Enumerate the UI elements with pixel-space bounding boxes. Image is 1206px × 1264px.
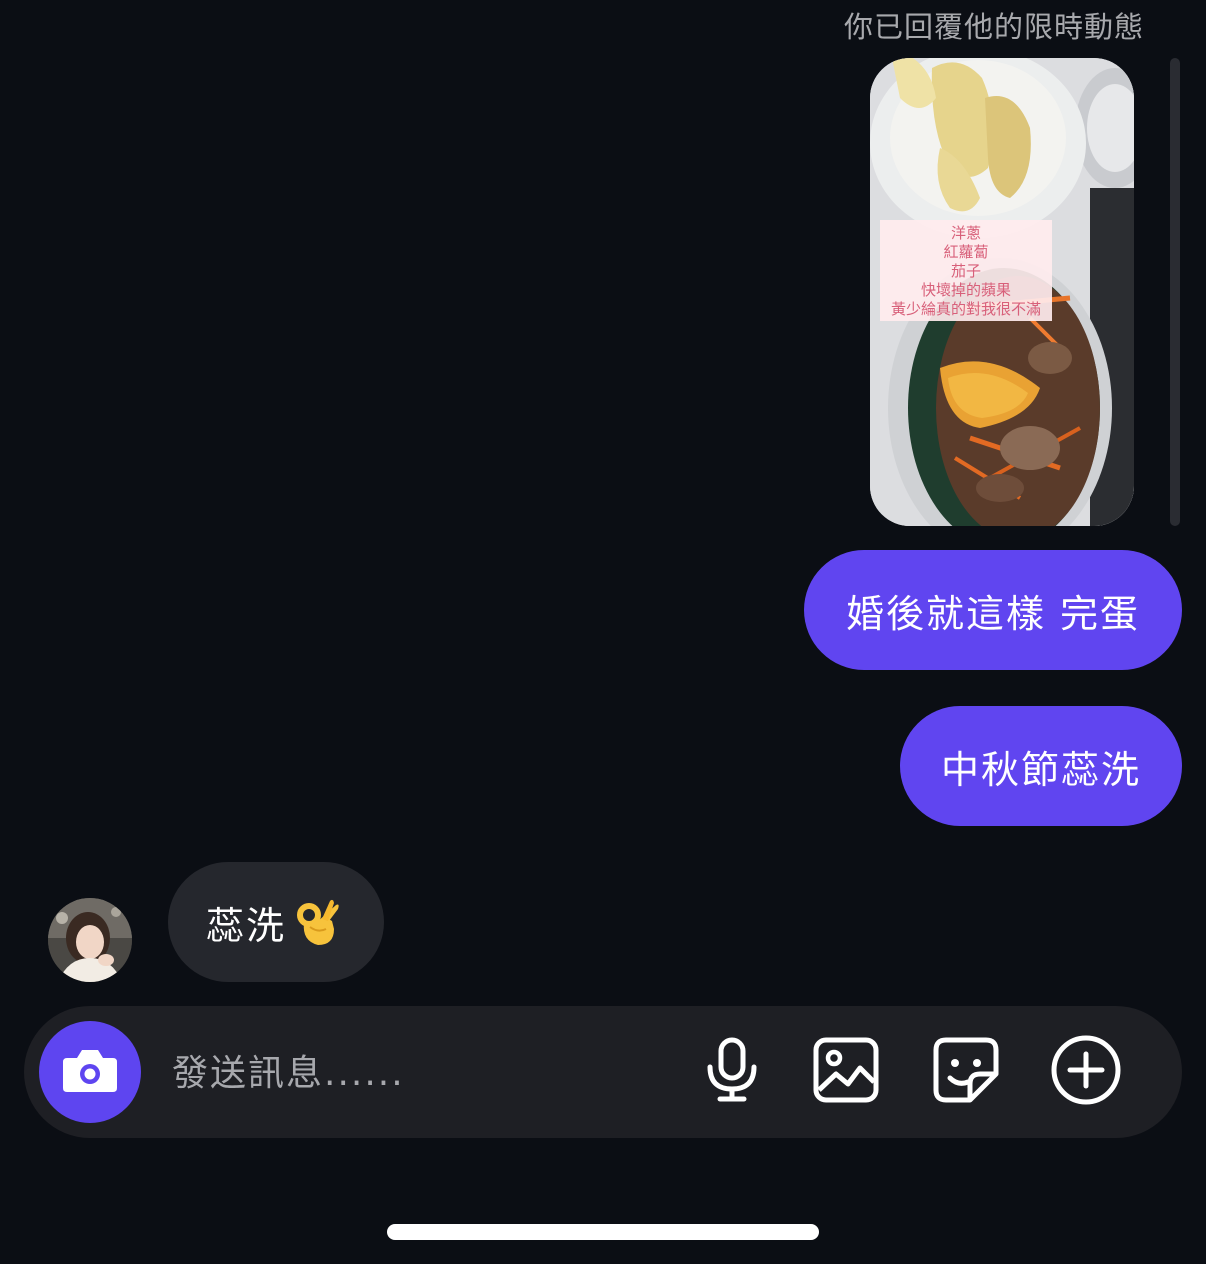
story-thumbnail[interactable]: 洋蔥 紅蘿蔔 茄子 快壞掉的蘋果 黃少綸真的對我很不滿 [870,58,1134,526]
message-input[interactable] [170,1042,674,1104]
more-options-button[interactable] [1050,1034,1122,1110]
sent-message-bubble[interactable]: 中秋節蕊洗 [900,706,1182,826]
gallery-button[interactable] [810,1036,882,1108]
camera-icon [61,1046,119,1098]
microphone-icon [704,1037,760,1107]
ok-hand-emoji-icon [296,897,340,947]
avatar-photo [48,898,132,982]
avatar[interactable] [48,898,132,982]
message-text: 婚後就這樣 完蛋 [845,591,1141,636]
sticker-button[interactable] [930,1036,1002,1108]
image-icon [812,1036,880,1108]
camera-button[interactable] [39,1021,141,1123]
received-message-bubble[interactable]: 蕊洗 [168,862,384,982]
story-reply-note: 你已回覆他的限時動態 [843,10,1144,44]
chat-screen: 你已回覆他的限時動態 洋蔥 紅蘿蔔 茄子 快壞掉的蘋果 黃少綸真的對我很不滿 婚… [0,0,1206,1264]
sent-message-bubble[interactable]: 婚後就這樣 完蛋 [804,550,1182,670]
message-composer [24,1006,1182,1138]
sticker-icon [932,1036,1000,1108]
voice-message-button[interactable] [696,1036,768,1108]
story-caption: 洋蔥 紅蘿蔔 茄子 快壞掉的蘋果 黃少綸真的對我很不滿 [880,220,1052,321]
message-text: 中秋節蕊洗 [940,747,1141,792]
caption-line: 紅蘿蔔 [943,243,989,261]
caption-line: 茄子 [950,262,981,280]
scrollbar[interactable] [1170,58,1180,526]
caption-line: 洋蔥 [950,224,981,242]
message-text: 蕊洗 [206,903,287,948]
caption-line: 快壞掉的蘋果 [920,281,1011,299]
caption-line: 黃少綸真的對我很不滿 [890,300,1041,318]
plus-icon [1050,1034,1122,1110]
home-indicator[interactable] [387,1224,819,1240]
